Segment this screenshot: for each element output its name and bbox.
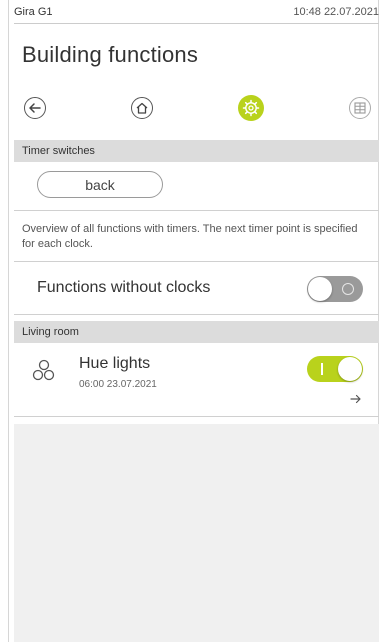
divider <box>14 210 379 211</box>
hue-lights-icon <box>30 357 58 390</box>
arrow-right-icon[interactable] <box>350 392 362 408</box>
timer-switches-header: Timer switches <box>14 140 379 162</box>
empty-content-area <box>14 424 379 642</box>
arrow-left-icon <box>29 103 41 113</box>
page-title: Building functions <box>22 42 199 67</box>
home-icon <box>136 102 148 114</box>
divider <box>14 261 379 262</box>
nav-bar <box>14 88 379 128</box>
functions-without-clocks-label: Functions without clocks <box>37 279 211 296</box>
back-button[interactable]: back <box>37 171 163 198</box>
status-datetime: 10:48 22.07.2021 <box>293 5 379 18</box>
divider <box>14 416 379 417</box>
toggle-on-icon <box>321 363 323 375</box>
home-nav-button[interactable] <box>131 97 153 119</box>
toggle-off-icon <box>342 283 354 295</box>
divider <box>14 314 379 315</box>
grid-nav-button[interactable] <box>349 97 371 119</box>
back-nav-button[interactable] <box>24 97 46 119</box>
settings-nav-button[interactable] <box>238 95 264 121</box>
device-name: Gira G1 <box>14 5 53 18</box>
status-bar: Gira G1 10:48 22.07.2021 <box>14 0 379 24</box>
gear-icon <box>242 99 260 117</box>
living-room-header: Living room <box>14 321 379 343</box>
hue-lights-next-timer: 06:00 23.07.2021 <box>79 379 157 390</box>
hue-lights-name[interactable]: Hue lights <box>79 355 150 373</box>
timer-description: Overview of all functions with timers. T… <box>22 223 358 250</box>
toggle-knob <box>338 357 362 381</box>
functions-without-clocks-toggle[interactable] <box>307 276 363 302</box>
toggle-knob <box>308 277 332 301</box>
hue-lights-toggle[interactable] <box>307 356 363 382</box>
grid-icon <box>354 102 366 114</box>
